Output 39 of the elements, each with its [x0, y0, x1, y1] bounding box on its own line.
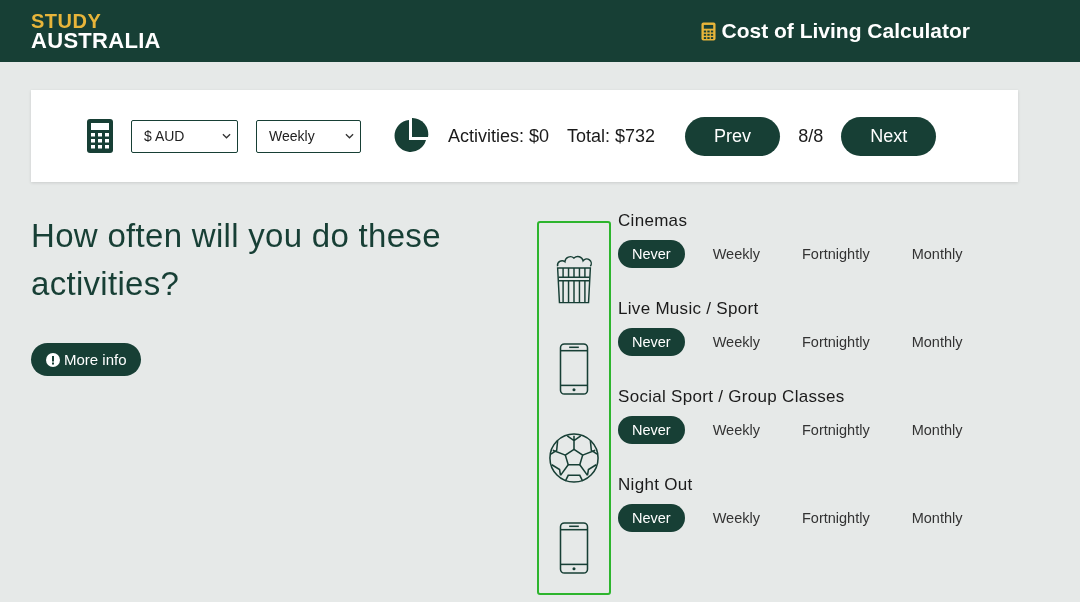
calculator-icon	[87, 119, 113, 153]
frequency-option[interactable]: Monthly	[897, 328, 977, 356]
prev-button[interactable]: Prev	[685, 116, 781, 156]
frequency-option[interactable]: Never	[618, 240, 685, 268]
activity-label: Cinemas	[618, 210, 689, 232]
activities-total: Activities: $0	[448, 125, 550, 147]
frequency-option[interactable]: Never	[618, 504, 685, 532]
frequency-option[interactable]: Weekly	[698, 504, 774, 532]
question-heading: How often will you do these activities?	[31, 216, 442, 304]
frequency-option[interactable]: Fortnightly	[787, 328, 884, 356]
currency-dropdown[interactable]: $ AUD	[131, 119, 238, 153]
frequency-option[interactable]: Fortnightly	[787, 416, 884, 444]
activity-label: Live Music / Sport	[618, 298, 760, 320]
logo-text[interactable]: AUSTRALIA	[31, 31, 161, 50]
page-counter: 8/8	[798, 125, 824, 147]
pie-chart-icon	[393, 118, 429, 154]
activity-label: Night Out	[618, 474, 694, 496]
frequency-option[interactable]: Monthly	[897, 416, 977, 444]
frequency-option[interactable]: Fortnightly	[787, 240, 884, 268]
frequency-option[interactable]: Fortnightly	[787, 504, 884, 532]
frequency-option[interactable]: Monthly	[897, 240, 977, 268]
soccer-ball-icon	[548, 432, 600, 485]
page-title: Cost of Living Calculator	[721, 19, 970, 43]
frequency-option[interactable]: Weekly	[698, 240, 774, 268]
activity-label: Social Sport / Group Classes	[618, 386, 846, 408]
logo-text[interactable]: STUDY	[31, 12, 161, 31]
grand-total: Total: $732	[567, 125, 656, 147]
frequency-option[interactable]: Weekly	[698, 416, 774, 444]
caret-icon	[345, 133, 354, 139]
next-button[interactable]: Next	[841, 116, 937, 156]
calculator-icon	[701, 21, 717, 41]
caret-icon	[222, 133, 231, 139]
frequency-option[interactable]: Never	[618, 328, 685, 356]
period-dropdown[interactable]: Weekly	[256, 119, 361, 153]
exclamation-icon	[46, 352, 60, 367]
frequency-option[interactable]: Weekly	[698, 328, 774, 356]
frequency-option[interactable]: Monthly	[897, 504, 977, 532]
frequency-option[interactable]: Never	[618, 416, 685, 444]
more-info-button[interactable]: More info	[31, 343, 141, 376]
